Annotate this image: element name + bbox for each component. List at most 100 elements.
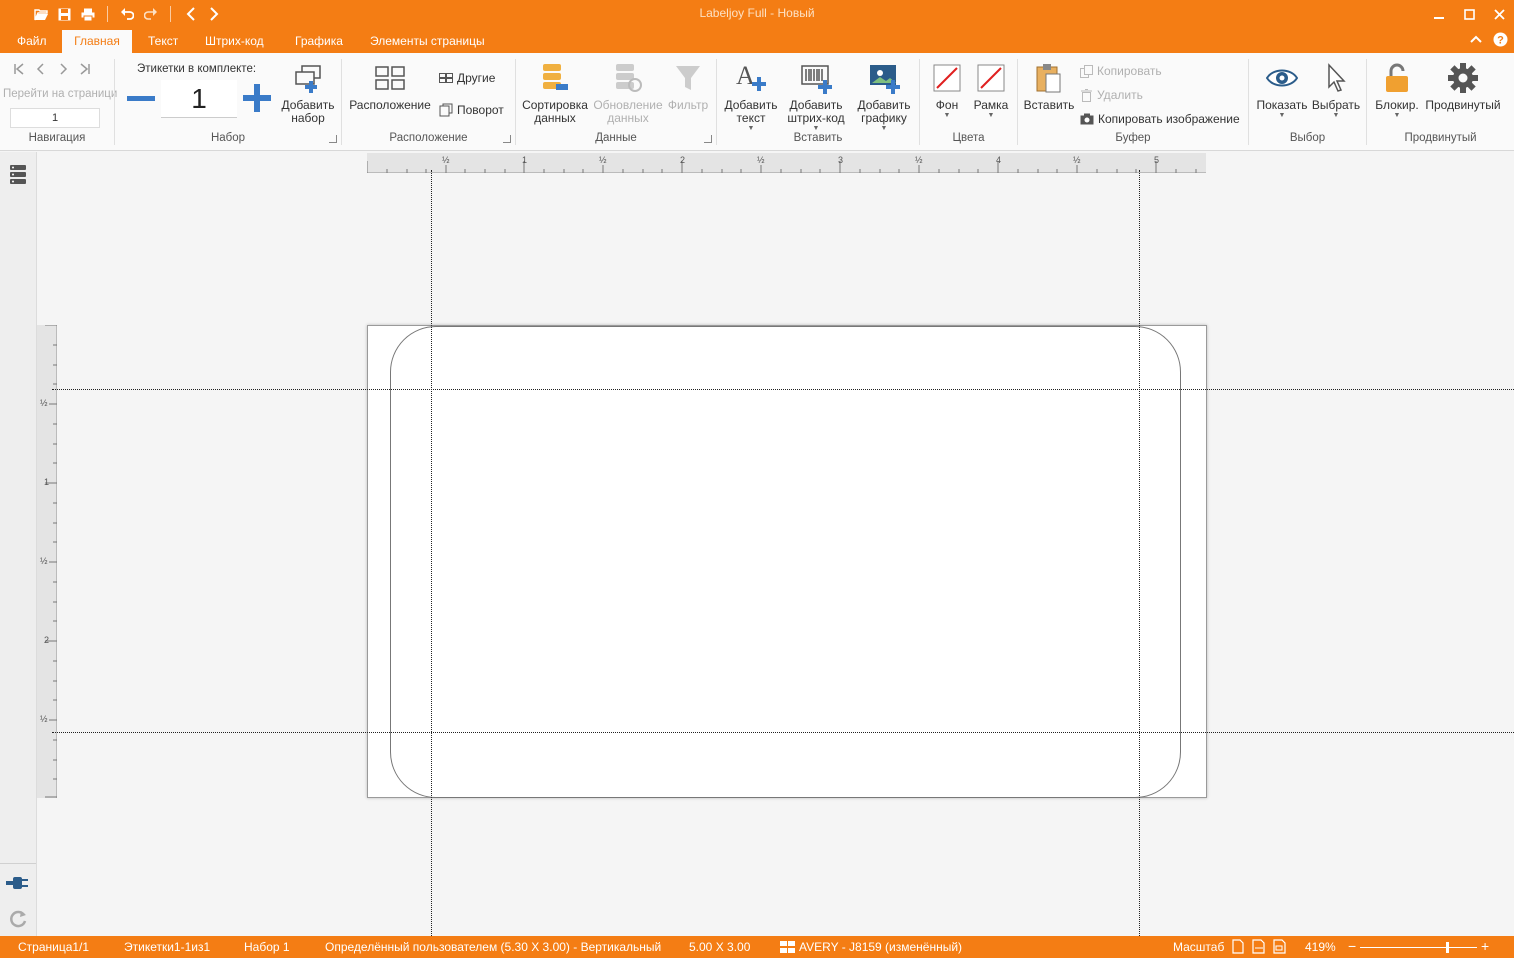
- layout-button[interactable]: Расположение: [348, 61, 432, 112]
- status-bar: Страница1/1 Этикетки1-1из1 Набор 1 Опред…: [0, 936, 1514, 958]
- paste-icon: [1033, 61, 1065, 95]
- tab-page-elements[interactable]: Элементы страницы: [358, 30, 497, 53]
- lock-button[interactable]: Блокир. ▼: [1371, 61, 1423, 120]
- minus-icon[interactable]: [127, 96, 155, 101]
- group-label: Набор: [210, 132, 246, 144]
- prev-page-icon[interactable]: [35, 63, 47, 75]
- labels-count-input[interactable]: 1: [161, 80, 237, 118]
- zoom-in-icon[interactable]: +: [1481, 938, 1489, 954]
- sort-data-button[interactable]: Сортировка данных: [520, 61, 590, 125]
- left-toolbar: [0, 152, 37, 936]
- ruler-label: 4: [996, 155, 1002, 165]
- sort-data-label: Сортировка данных: [522, 98, 588, 125]
- rotate-button[interactable]: Поворот: [439, 103, 504, 117]
- group-label: Данные: [595, 132, 637, 144]
- ruler-label: ½: [40, 398, 48, 408]
- zoom-slider-thumb[interactable]: [1446, 942, 1449, 953]
- page-view-icon[interactable]: [1232, 939, 1244, 957]
- tab-file[interactable]: Файл: [5, 30, 59, 53]
- status-template[interactable]: AVERY - J8159 (изменённый): [780, 940, 962, 954]
- tab-graphics[interactable]: Графика: [283, 30, 355, 53]
- filter-icon: [672, 61, 704, 95]
- maximize-icon[interactable]: [1454, 0, 1484, 28]
- vertical-ruler[interactable]: ½ 1 ½ 2 ½: [37, 325, 57, 798]
- label-page[interactable]: [367, 325, 1207, 798]
- delete-label: Удалить: [1097, 88, 1143, 102]
- add-barcode-button[interactable]: Добавить штрих-код ▼: [781, 61, 851, 133]
- horizontal-ruler[interactable]: ½ 1 ½ 2 ½ 3 ½ 4 ½ 5: [367, 153, 1206, 173]
- add-set-button[interactable]: Добавить набор: [278, 61, 338, 125]
- minimize-icon[interactable]: [1424, 0, 1454, 28]
- refresh-icon[interactable]: [8, 909, 28, 932]
- rotate-icon: [439, 103, 453, 117]
- background-label: Фон: [935, 98, 959, 112]
- dialog-launcher-icon[interactable]: [503, 135, 511, 143]
- add-graphic-button[interactable]: Добавить графику ▼: [853, 61, 915, 133]
- group-layout: Расположение Другие Поворот Расположение: [342, 53, 515, 149]
- camera-icon: [1080, 113, 1094, 125]
- add-text-label: Добавить текст: [724, 98, 778, 125]
- delete-button: Удалить: [1080, 88, 1143, 102]
- tab-text[interactable]: Текст: [136, 30, 190, 53]
- copy-image-label: Копировать изображение: [1098, 112, 1240, 126]
- other-label: Другие: [457, 71, 496, 85]
- guide-line-horizontal[interactable]: [52, 389, 1514, 390]
- svg-text:?: ?: [1497, 35, 1504, 47]
- zoom-out-icon[interactable]: −: [1348, 938, 1356, 954]
- copy-image-button[interactable]: Копировать изображение: [1080, 112, 1240, 126]
- background-color-button[interactable]: Фон ▼: [926, 61, 968, 120]
- guide-line-vertical[interactable]: [431, 170, 432, 936]
- tab-barcode[interactable]: Штрих-код: [193, 30, 276, 53]
- status-scale-label: Масштаб: [1173, 940, 1225, 954]
- ruler-label: 1: [44, 477, 50, 487]
- eye-icon: [1266, 61, 1298, 95]
- data-connect-icon[interactable]: [6, 874, 30, 895]
- zoom-slider-track[interactable]: [1360, 947, 1477, 948]
- add-barcode-icon: [800, 61, 832, 95]
- group-insert: A Добавить текст ▼ Добавить штрих-код ▼ До…: [717, 53, 919, 149]
- group-label: Вставить: [793, 132, 843, 144]
- frame-color-button[interactable]: Рамка ▼: [970, 61, 1012, 120]
- labels-in-kit-label: Этикетки в комплекте:: [137, 63, 257, 75]
- collapse-ribbon-icon[interactable]: [1470, 32, 1482, 47]
- ruler-label: 2: [680, 155, 686, 165]
- fit-page-icon[interactable]: [1273, 939, 1287, 957]
- close-icon[interactable]: [1484, 0, 1514, 28]
- group-clipboard: Вставить Копировать Удалить Копировать и…: [1018, 53, 1248, 149]
- label-outline[interactable]: [390, 326, 1181, 798]
- show-label: Показать: [1256, 98, 1308, 112]
- guide-line-horizontal[interactable]: [52, 732, 1514, 733]
- dialog-launcher-icon[interactable]: [704, 135, 712, 143]
- nav-buttons: [13, 63, 91, 75]
- select-label: Выбрать: [1311, 98, 1361, 112]
- layout-grid-icon: [374, 61, 406, 95]
- select-button[interactable]: Выбрать ▼: [1309, 61, 1363, 120]
- group-label: Буфер: [1115, 132, 1151, 144]
- first-page-icon[interactable]: [13, 63, 25, 75]
- plus-icon[interactable]: [243, 84, 271, 115]
- add-text-button[interactable]: A Добавить текст ▼: [721, 61, 781, 133]
- filter-button: Фильтр: [664, 61, 712, 112]
- show-button[interactable]: Показать ▼: [1253, 61, 1311, 120]
- goto-page-input[interactable]: 1: [10, 108, 100, 128]
- other-button[interactable]: Другие: [439, 71, 495, 85]
- no-color-icon: [975, 61, 1007, 95]
- advanced-button[interactable]: Продвинутый: [1423, 61, 1503, 112]
- next-page-icon[interactable]: [57, 63, 69, 75]
- cursor-icon: [1320, 61, 1352, 95]
- group-data: Сортировка данных Обновление данных Филь…: [516, 53, 716, 149]
- lock-label: Блокир.: [1375, 98, 1419, 112]
- paste-button[interactable]: Вставить: [1022, 61, 1076, 112]
- sort-data-icon: [539, 61, 571, 95]
- group-navigation: Перейти на страници 1 Навигация: [0, 53, 117, 149]
- page-width-icon[interactable]: [1252, 939, 1266, 957]
- add-set-label: Добавить набор: [281, 98, 335, 125]
- guide-line-vertical[interactable]: [1139, 170, 1140, 936]
- help-icon[interactable]: ?: [1493, 32, 1508, 50]
- dialog-launcher-icon[interactable]: [329, 135, 337, 143]
- layers-icon[interactable]: [9, 164, 27, 189]
- last-page-icon[interactable]: [79, 63, 91, 75]
- ruler-label: ½: [40, 714, 48, 724]
- title-bar: Labeljoy Full - Новый: [0, 0, 1514, 28]
- tab-home[interactable]: Главная: [62, 30, 132, 53]
